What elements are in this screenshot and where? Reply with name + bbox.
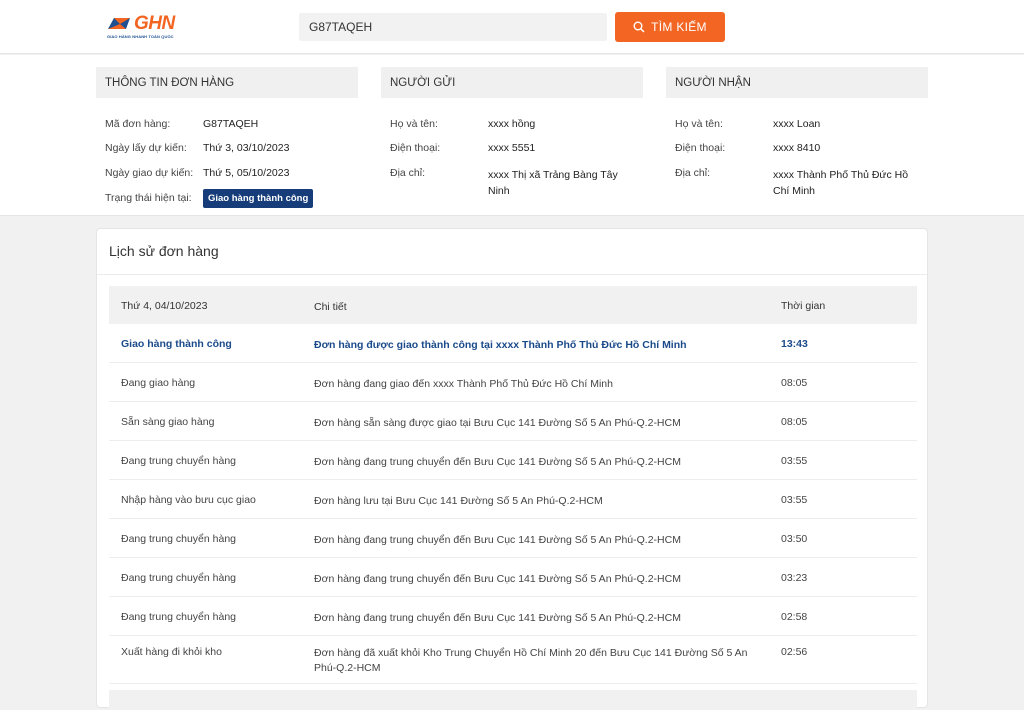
table-row[interactable]: Xuất hàng đi khỏi kho Đơn hàng đã xuất k…: [109, 636, 917, 684]
logo-text: GHN: [134, 13, 175, 34]
receiver-column: NGƯỜI NHẬN Họ và tên: xxxx Loan Điện tho…: [666, 67, 928, 197]
header-date: Thứ 4, 04/10/2023: [121, 300, 208, 312]
receiver-phone-value: xxxx 8410: [773, 142, 821, 154]
row-time: 08:05: [781, 377, 808, 389]
order-info-panel: THÔNG TIN ĐƠN HÀNG Mã đơn hàng: G87TAQEH…: [0, 55, 1024, 216]
row-time: 13:43: [781, 338, 808, 350]
top-bar: GHN GIAO HÀNG NHANH TOÀN QUỐC TÌM KIẾM: [0, 0, 1024, 54]
row-status: Xuất hàng đi khỏi kho: [121, 646, 222, 658]
sender-column: NGƯỜI GỬI Họ và tên: xxxx hồng Điện thoạ…: [381, 67, 643, 197]
receiver-phone-label: Điện thoại:: [675, 142, 726, 154]
header-time: Thời gian: [781, 300, 826, 312]
row-time: 03:50: [781, 533, 808, 545]
next-date-header: [109, 690, 917, 710]
status-label: Trạng thái hiện tại:: [105, 192, 192, 204]
delivery-date-label: Ngày giao dự kiến:: [105, 167, 194, 179]
search-input[interactable]: [299, 13, 607, 41]
row-status: Đang trung chuyển hàng: [121, 611, 237, 623]
table-row[interactable]: Đang trung chuyển hàng Đơn hàng đang tru…: [109, 558, 917, 597]
row-detail: Đơn hàng đang trung chuyển đến Bưu Cục 1…: [314, 456, 681, 468]
order-code-value: G87TAQEH: [203, 118, 259, 130]
row-status: Nhập hàng vào bưu cục giao: [121, 494, 256, 506]
history-title: Lịch sử đơn hàng: [109, 243, 219, 259]
table-row[interactable]: Sẵn sàng giao hàng Đơn hàng sẵn sàng đượ…: [109, 402, 917, 441]
status-badge: Giao hàng thành công: [203, 189, 314, 208]
row-detail: Đơn hàng đang trung chuyển đến Bưu Cục 1…: [314, 612, 681, 624]
row-detail: Đơn hàng đã xuất khỏi Kho Trung Chuyển H…: [314, 647, 748, 674]
history-table-header: Thứ 4, 04/10/2023 Chi tiết Thời gian: [109, 286, 917, 324]
order-info-title: THÔNG TIN ĐƠN HÀNG: [96, 67, 358, 98]
truck-logo-icon: [108, 18, 130, 29]
row-status: Đang trung chuyển hàng: [121, 533, 237, 545]
table-row[interactable]: Đang giao hàng Đơn hàng đang giao đến xx…: [109, 363, 917, 402]
sender-title: NGƯỜI GỬI: [381, 67, 643, 98]
ghn-logo[interactable]: GHN GIAO HÀNG NHANH TOÀN QUỐC: [106, 12, 178, 42]
receiver-name-value: xxxx Loan: [773, 118, 821, 130]
row-time: 03:55: [781, 494, 808, 506]
header-detail: Chi tiết: [314, 301, 347, 313]
sender-name-value: xxxx hồng: [488, 118, 536, 130]
receiver-address-label: Địa chỉ:: [675, 167, 711, 179]
row-time: 03:55: [781, 455, 808, 467]
sender-phone-value: xxxx 5551: [488, 142, 536, 154]
table-row[interactable]: Giao hàng thành công Đơn hàng được giao …: [109, 324, 917, 363]
row-time: 02:58: [781, 611, 808, 623]
receiver-address-value: xxxx Thành Phố Thủ Đức Hồ Chí Minh: [773, 169, 909, 197]
row-time: 02:56: [781, 646, 808, 658]
sender-address-value: xxxx Thị xã Trảng Bàng Tây Ninh: [488, 169, 618, 197]
row-detail: Đơn hàng đang trung chuyển đến Bưu Cục 1…: [314, 534, 681, 546]
row-status: Đang trung chuyển hàng: [121, 572, 237, 584]
row-detail: Đơn hàng sẵn sàng được giao tại Bưu Cục …: [314, 417, 681, 429]
row-status: Đang giao hàng: [121, 377, 196, 389]
row-detail: Đơn hàng lưu tại Bưu Cục 141 Đường Số 5 …: [314, 495, 603, 507]
delivery-date-value: Thứ 5, 05/10/2023: [203, 167, 290, 179]
row-status: Đang trung chuyển hàng: [121, 455, 237, 467]
pickup-date-label: Ngày lấy dự kiến:: [105, 142, 187, 154]
receiver-title: NGƯỜI NHẬN: [666, 67, 928, 98]
row-status: Giao hàng thành công: [121, 338, 232, 350]
table-row[interactable]: Đang trung chuyển hàng Đơn hàng đang tru…: [109, 441, 917, 480]
search-button[interactable]: TÌM KIẾM: [615, 12, 725, 42]
sender-phone-label: Điện thoại:: [390, 142, 441, 154]
receiver-name-label: Họ và tên:: [675, 118, 723, 130]
table-row[interactable]: Đang trung chuyển hàng Đơn hàng đang tru…: [109, 519, 917, 558]
logo-tagline: GIAO HÀNG NHANH TOÀN QUỐC: [107, 34, 174, 39]
row-detail: Đơn hàng được giao thành công tại xxxx T…: [314, 339, 687, 351]
sender-name-label: Họ và tên:: [390, 118, 438, 130]
search-icon: [633, 21, 645, 33]
table-row[interactable]: Nhập hàng vào bưu cục giao Đơn hàng lưu …: [109, 480, 917, 519]
row-detail: Đơn hàng đang giao đến xxxx Thành Phố Th…: [314, 378, 613, 390]
pickup-date-value: Thứ 3, 03/10/2023: [203, 142, 290, 154]
row-detail: Đơn hàng đang trung chuyển đến Bưu Cục 1…: [314, 573, 681, 585]
search-button-label: TÌM KIẾM: [651, 20, 707, 34]
order-info-column: THÔNG TIN ĐƠN HÀNG Mã đơn hàng: G87TAQEH…: [96, 67, 358, 208]
sender-address-label: Địa chỉ:: [390, 167, 426, 179]
row-time: 03:23: [781, 572, 808, 584]
card-divider: [97, 274, 927, 275]
order-history-card: Lịch sử đơn hàng Thứ 4, 04/10/2023 Chi t…: [96, 228, 928, 710]
table-row[interactable]: Đang trung chuyển hàng Đơn hàng đang tru…: [109, 597, 917, 636]
row-status: Sẵn sàng giao hàng: [121, 416, 215, 428]
row-time: 08:05: [781, 416, 808, 428]
order-code-label: Mã đơn hàng:: [105, 118, 171, 130]
